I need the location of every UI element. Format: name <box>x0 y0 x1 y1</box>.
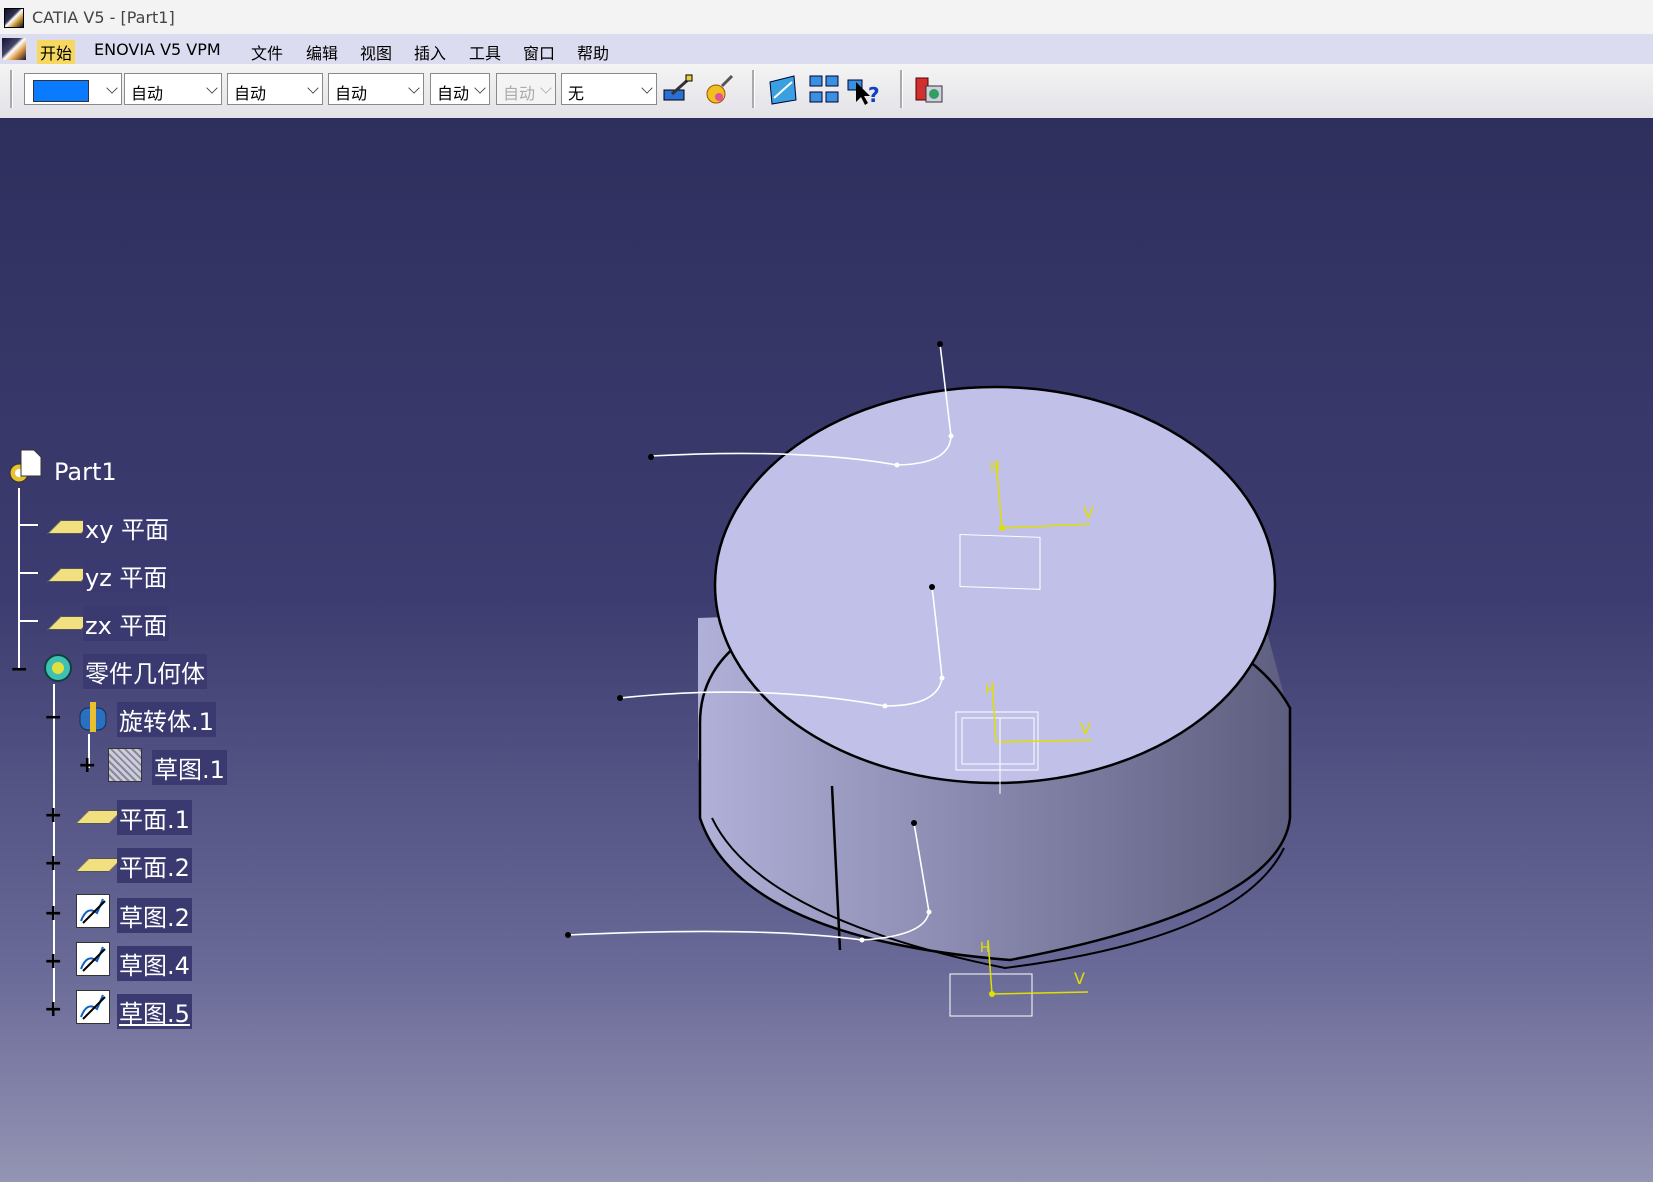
tree-node-label: yz 平面 <box>83 558 170 593</box>
point-symbol-combo[interactable]: 自动 <box>430 73 490 105</box>
tree-line <box>18 524 38 526</box>
menu-file[interactable]: 文件 <box>251 40 283 64</box>
line-thickness-value: 自动 <box>234 84 267 103</box>
tree-line <box>18 620 38 622</box>
v-axis-label: V <box>1083 503 1094 522</box>
expand-icon[interactable]: + <box>78 755 96 777</box>
tree-node-label: xy 平面 <box>83 510 172 545</box>
chevron-down-icon <box>206 82 218 94</box>
quick-view-icon[interactable] <box>806 72 842 108</box>
tree-line <box>18 488 20 668</box>
gear-icon <box>44 654 72 682</box>
menu-enovia[interactable]: ENOVIA V5 VPM <box>94 40 221 59</box>
v-axis-label: V <box>1080 719 1091 738</box>
layer-combo[interactable]: 无 <box>561 73 657 105</box>
chevron-down-icon <box>408 82 420 94</box>
graphic-properties-toolbar: 自动 自动 自动 自动 自动 无 ? <box>0 64 1653 120</box>
catia-menu-icon[interactable] <box>2 38 26 60</box>
layer-value: 无 <box>568 84 585 103</box>
line-thickness-combo[interactable]: 自动 <box>227 73 323 105</box>
tree-node-label: 零件几何体 <box>83 654 207 689</box>
tree-node-label: 平面.2 <box>117 848 192 883</box>
tree-node-label: 草图.1 <box>152 750 227 785</box>
paintbrush-icon[interactable] <box>660 72 696 108</box>
toolbar-grip[interactable] <box>900 70 903 108</box>
h-axis-label: H <box>980 941 990 956</box>
title-bar: CATIA V5 - [Part1] <box>0 0 1653 34</box>
tree-node-label: 平面.1 <box>117 800 192 835</box>
sketch-icon <box>76 894 110 928</box>
point-symbol-value: 自动 <box>437 84 470 103</box>
menu-start[interactable]: 开始 <box>37 40 76 64</box>
sketch-icon <box>76 942 110 976</box>
chevron-down-icon <box>474 82 486 94</box>
menu-insert[interactable]: 插入 <box>414 40 446 64</box>
3d-viewport[interactable]: V H V H V H Part1 xy 平面 yz 平面 zx 平面 − 零件… <box>0 118 1653 1182</box>
menu-help[interactable]: 帮助 <box>577 40 609 64</box>
expand-icon[interactable]: + <box>44 903 62 925</box>
view-icon[interactable] <box>766 72 802 108</box>
transparency-value: 自动 <box>131 84 164 103</box>
v-axis-label: V <box>1074 969 1085 988</box>
tree-node-label: zx 平面 <box>83 606 170 641</box>
sketch-icon <box>76 990 110 1024</box>
menu-tools[interactable]: 工具 <box>469 40 501 64</box>
toolbar-grip[interactable] <box>10 70 13 108</box>
collapse-icon[interactable]: − <box>44 707 62 729</box>
menu-edit[interactable]: 编辑 <box>306 40 338 64</box>
toolbar-grip[interactable] <box>752 70 755 108</box>
chevron-down-icon <box>106 82 118 94</box>
expand-icon[interactable]: + <box>44 853 62 875</box>
rendering-style-combo: 自动 <box>496 73 556 105</box>
chevron-down-icon <box>307 82 319 94</box>
expand-icon[interactable]: + <box>44 951 62 973</box>
line-type-value: 自动 <box>335 84 368 103</box>
h-axis-label: H <box>990 461 1000 476</box>
part1-label: Part1 <box>54 458 117 486</box>
color-combo[interactable] <box>24 73 122 105</box>
tree-node-label: 草图.2 <box>117 898 192 933</box>
tree-node-label: 旋转体.1 <box>117 702 216 737</box>
chevron-down-icon <box>641 82 653 94</box>
plane-icon <box>75 858 123 872</box>
menu-bar: 开始 ENOVIA V5 VPM 文件 编辑 视图 插入 工具 窗口 帮助 <box>0 34 1653 64</box>
chevron-down-icon <box>540 82 552 94</box>
plane-icon <box>75 810 123 824</box>
h-axis-label: H <box>985 683 995 698</box>
tree-node-label: 草图.4 <box>117 946 192 981</box>
apply-material-icon[interactable] <box>702 72 738 108</box>
sketch-icon <box>108 748 142 782</box>
revolution-icon <box>79 702 107 732</box>
catalog-icon[interactable] <box>912 72 948 108</box>
line-type-combo[interactable]: 自动 <box>328 73 424 105</box>
catia-app-icon <box>4 8 24 28</box>
expand-icon[interactable]: + <box>44 999 62 1021</box>
rendering-style-value: 自动 <box>503 84 536 103</box>
window-title: CATIA V5 - [Part1] <box>32 8 175 27</box>
tree-line <box>18 572 38 574</box>
svg-text:?: ? <box>868 83 880 107</box>
tree-node-label: 草图.5 <box>117 994 192 1029</box>
document-icon <box>20 449 42 477</box>
menu-window[interactable]: 窗口 <box>523 40 555 64</box>
transparency-combo[interactable]: 自动 <box>124 73 222 105</box>
collapse-icon[interactable]: − <box>10 659 28 681</box>
expand-icon[interactable]: + <box>44 805 62 827</box>
specification-tree: Part1 xy 平面 yz 平面 zx 平面 − 零件几何体 − 旋转体.1 … <box>0 448 300 1048</box>
whats-this-icon[interactable]: ? <box>846 72 882 108</box>
color-swatch <box>33 80 89 102</box>
menu-view[interactable]: 视图 <box>360 40 392 64</box>
